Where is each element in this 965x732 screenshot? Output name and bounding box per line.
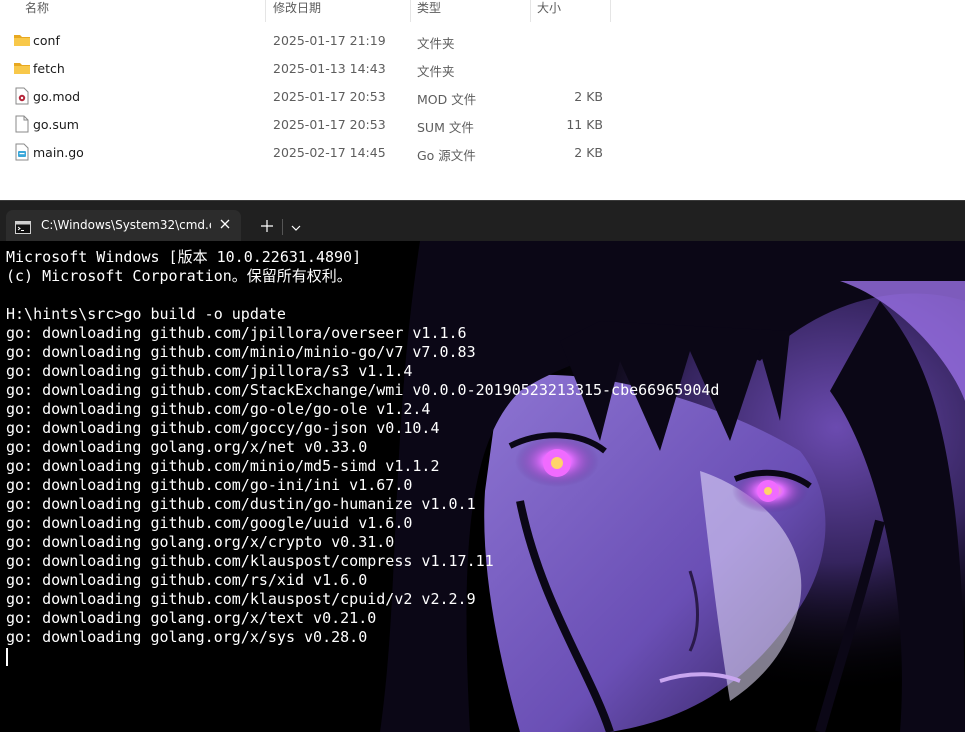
console-line: H:\hints\src>go build -o update bbox=[6, 305, 286, 323]
console-line: go: downloading github.com/dustin/go-hum… bbox=[6, 495, 476, 513]
column-divider[interactable] bbox=[265, 0, 266, 22]
file-explorer: 名称 修改日期 类型 大小 conf 2025-01-17 21:19 文件夹 … bbox=[0, 0, 965, 200]
console-line: go: downloading github.com/jpillora/over… bbox=[6, 324, 467, 342]
file-size: 2 KB bbox=[574, 89, 603, 104]
tab-title: C:\Windows\System32\cmd.exe bbox=[41, 218, 211, 232]
chevron-down-icon[interactable] bbox=[288, 220, 304, 234]
console-area[interactable]: Microsoft Windows [版本 10.0.22631.4890] (… bbox=[0, 241, 965, 732]
mod-file-icon bbox=[13, 87, 31, 105]
cmd-icon bbox=[15, 219, 31, 234]
file-date: 2025-02-17 14:45 bbox=[273, 145, 386, 160]
text-cursor bbox=[6, 648, 8, 666]
file-type: 文件夹 bbox=[417, 36, 455, 51]
folder-icon bbox=[13, 59, 31, 77]
column-divider[interactable] bbox=[410, 0, 411, 22]
terminal-tab[interactable]: C:\Windows\System32\cmd.exe bbox=[6, 210, 241, 242]
tab-bar: C:\Windows\System32\cmd.exe bbox=[0, 200, 965, 242]
blank-file-icon bbox=[13, 115, 31, 133]
console-line: go: downloading golang.org/x/text v0.21.… bbox=[6, 609, 377, 627]
console-line: go: downloading golang.org/x/net v0.33.0 bbox=[6, 438, 368, 456]
file-name: fetch bbox=[33, 61, 65, 76]
console-line: go: downloading golang.org/x/crypto v0.3… bbox=[6, 533, 395, 551]
go-file-icon bbox=[13, 143, 31, 161]
console-line: go: downloading github.com/minio/md5-sim… bbox=[6, 457, 440, 475]
file-type: Go 源文件 bbox=[417, 148, 476, 163]
column-header-type[interactable]: 类型 bbox=[417, 0, 441, 22]
file-type: MOD 文件 bbox=[417, 92, 477, 107]
column-divider[interactable] bbox=[610, 0, 611, 22]
file-row[interactable]: main.go 2025-02-17 14:45 Go 源文件 2 KB bbox=[0, 139, 620, 167]
console-line: go: downloading github.com/go-ini/ini v1… bbox=[6, 476, 413, 494]
file-date: 2025-01-17 20:53 bbox=[273, 117, 386, 132]
file-type: SUM 文件 bbox=[417, 120, 474, 135]
close-icon[interactable] bbox=[216, 215, 234, 233]
plus-icon[interactable] bbox=[258, 217, 276, 235]
console-line: go: downloading github.com/minio/minio-g… bbox=[6, 343, 476, 361]
console-line: go: downloading github.com/jpillora/s3 v… bbox=[6, 362, 413, 380]
file-size: 11 KB bbox=[566, 117, 603, 132]
file-name: go.mod bbox=[33, 89, 81, 104]
console-line: Microsoft Windows [版本 10.0.22631.4890] bbox=[6, 248, 362, 266]
column-header-size[interactable]: 大小 bbox=[537, 0, 561, 22]
console-line: go: downloading github.com/StackExchange… bbox=[6, 381, 720, 399]
file-name: go.sum bbox=[33, 117, 79, 132]
file-row[interactable]: go.sum 2025-01-17 20:53 SUM 文件 11 KB bbox=[0, 111, 620, 139]
console-line: go: downloading github.com/google/uuid v… bbox=[6, 514, 413, 532]
file-date: 2025-01-17 21:19 bbox=[273, 33, 386, 48]
console-line: go: downloading github.com/rs/xid v1.6.0 bbox=[6, 571, 368, 589]
console-line: (c) Microsoft Corporation。保留所有权利。 bbox=[6, 267, 352, 285]
file-date: 2025-01-17 20:53 bbox=[273, 89, 386, 104]
column-divider[interactable] bbox=[530, 0, 531, 22]
file-name: conf bbox=[33, 33, 60, 48]
column-header-date[interactable]: 修改日期 bbox=[273, 0, 321, 22]
file-size: 2 KB bbox=[574, 145, 603, 160]
file-type: 文件夹 bbox=[417, 64, 455, 79]
file-name: main.go bbox=[33, 145, 84, 160]
file-row[interactable]: go.mod 2025-01-17 20:53 MOD 文件 2 KB bbox=[0, 83, 620, 111]
file-row[interactable]: conf 2025-01-17 21:19 文件夹 bbox=[0, 27, 620, 55]
console-line: go: downloading github.com/go-ole/go-ole… bbox=[6, 400, 431, 418]
console-line: go: downloading github.com/goccy/go-json… bbox=[6, 419, 440, 437]
console-line: go: downloading github.com/klauspost/cpu… bbox=[6, 590, 476, 608]
tab-divider bbox=[282, 219, 283, 235]
console-line: go: downloading github.com/klauspost/com… bbox=[6, 552, 494, 570]
file-row[interactable]: fetch 2025-01-13 14:43 文件夹 bbox=[0, 55, 620, 83]
file-date: 2025-01-13 14:43 bbox=[273, 61, 386, 76]
console-output: Microsoft Windows [版本 10.0.22631.4890] (… bbox=[6, 248, 719, 647]
console-line: go: downloading golang.org/x/sys v0.28.0 bbox=[6, 628, 368, 646]
terminal-window: C:\Windows\System32\cmd.exe bbox=[0, 200, 965, 732]
folder-icon bbox=[13, 31, 31, 49]
column-header-name[interactable]: 名称 bbox=[25, 0, 49, 22]
